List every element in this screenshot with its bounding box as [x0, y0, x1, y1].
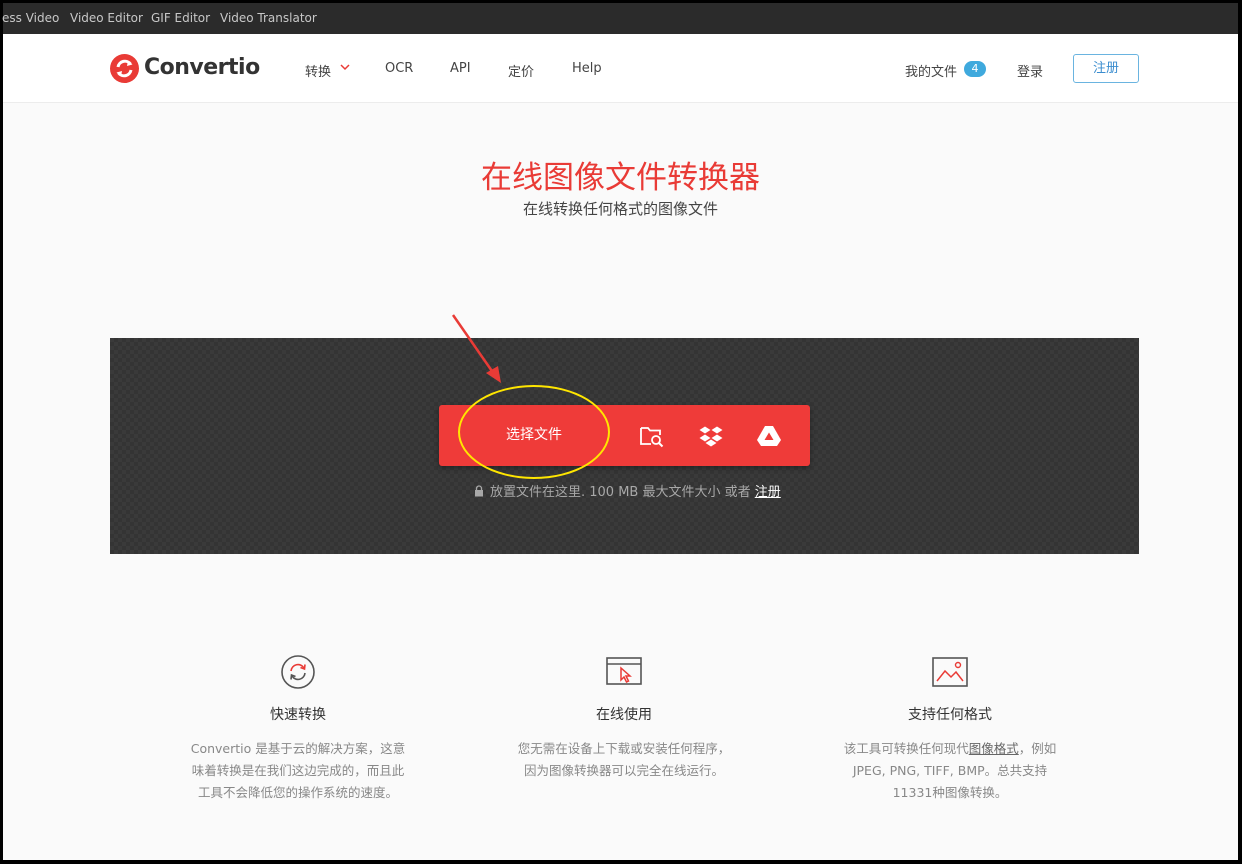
topbar-link-gif-editor[interactable]: GIF Editor — [151, 11, 210, 25]
feature-fast-conversion: 快速转换 Convertio 是基于云的解决方案，这意 味着转换是在我们这边完成… — [168, 654, 428, 804]
feature-description-line: 工具不会降低您的操作系统的速度。 — [197, 785, 398, 800]
convertio-logo-icon — [110, 54, 139, 83]
feature-description-line: Convertio 是基于云的解决方案，这意 — [190, 741, 406, 756]
from-google-drive-button[interactable] — [739, 405, 797, 466]
topbar-link-video-translator[interactable]: Video Translator — [220, 11, 317, 25]
topbar-link-video-editor[interactable]: Video Editor — [70, 11, 143, 25]
feature-description: Convertio 是基于云的解决方案，这意 味着转换是在我们这边完成的，而且此… — [168, 738, 428, 804]
refresh-circle-icon — [281, 655, 315, 689]
nav-my-files[interactable]: 我的文件 — [905, 61, 957, 80]
drop-hint-signup-link[interactable]: 注册 — [755, 485, 781, 500]
nav-bar: Convertio 转换 OCR API 定价 Help 我的文件 4 登录 注… — [3, 34, 1238, 103]
feature-description: 您无需在设备上下载或安装任何程序， 因为图像转换器可以完全在线运行。 — [494, 738, 754, 782]
feature-title: 快速转换 — [270, 707, 326, 723]
frame-border-bottom — [0, 860, 1242, 864]
folder-search-icon — [640, 427, 664, 448]
from-computer-button[interactable] — [622, 405, 680, 466]
image-icon — [932, 657, 968, 687]
feature-description-line: 味着转换是在我们这边完成的，而且此 — [191, 763, 405, 778]
feature-any-format: 支持任何格式 该工具可转换任何现代图像格式，例如 JPEG, PNG, TIFF… — [820, 654, 1080, 804]
feature-title: 支持任何格式 — [908, 707, 992, 723]
signup-button[interactable]: 注册 — [1073, 54, 1139, 83]
google-drive-icon — [757, 426, 781, 446]
image-formats-link[interactable]: 图像格式 — [969, 741, 1019, 756]
feature-description-line: 因为图像转换器可以完全在线运行。 — [523, 763, 724, 778]
feature-title: 在线使用 — [596, 707, 652, 723]
nav-api[interactable]: API — [450, 61, 471, 76]
feature-text: ，例如 — [1018, 741, 1057, 756]
page-title: 在线图像文件转换器 — [481, 160, 760, 196]
feature-description-line: 您无需在设备上下载或安装任何程序， — [517, 741, 731, 756]
upload-button-group: 选择文件 — [439, 405, 810, 466]
feature-description-line: 该工具可转换任何现代图像格式，例如 — [820, 738, 1080, 760]
lock-icon — [475, 485, 483, 497]
frame-border-right — [1238, 0, 1242, 864]
feature-text: 该工具可转换任何现代 — [843, 741, 969, 756]
logo-text: Convertio — [144, 55, 260, 80]
browser-cursor-icon — [606, 657, 642, 685]
top-bar: ess Video Video Editor GIF Editor Video … — [2, 3, 1238, 34]
drop-hint-text: 放置文件在这里. 100 MB 最大文件大小 或者 — [490, 485, 751, 500]
feature-description-line: JPEG, PNG, TIFF, BMP。总共支持 — [852, 763, 1048, 778]
topbar-link-compress-video[interactable]: ess Video — [2, 11, 59, 25]
drop-hint: 放置文件在这里. 100 MB 最大文件大小 或者 注册 — [474, 481, 781, 500]
from-dropbox-button[interactable] — [681, 405, 739, 466]
nav-convert[interactable]: 转换 — [305, 61, 331, 80]
page-subtitle: 在线转换任何格式的图像文件 — [522, 200, 718, 218]
feature-online-use: 在线使用 您无需在设备上下载或安装任何程序， 因为图像转换器可以完全在线运行。 — [494, 654, 754, 782]
nav-pricing[interactable]: 定价 — [508, 61, 534, 80]
nav-ocr[interactable]: OCR — [385, 61, 413, 76]
choose-files-button[interactable]: 选择文件 — [439, 405, 629, 466]
feature-description-line: 11331种图像转换。 — [892, 785, 1008, 800]
nav-help[interactable]: Help — [572, 61, 602, 76]
chevron-down-icon[interactable] — [339, 61, 351, 73]
files-count-badge: 4 — [964, 61, 986, 77]
nav-login[interactable]: 登录 — [1017, 61, 1043, 80]
dropbox-icon — [699, 426, 723, 447]
feature-description: 该工具可转换任何现代图像格式，例如 JPEG, PNG, TIFF, BMP。总… — [820, 738, 1080, 804]
